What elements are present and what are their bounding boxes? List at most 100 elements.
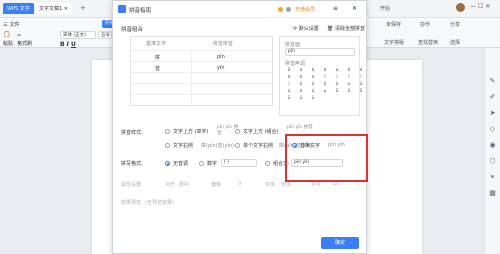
tone-o3[interactable]: ǒ <box>319 82 331 89</box>
text-layout-button[interactable]: 文字排版 <box>384 39 404 46</box>
collaborate-button[interactable]: 协作 <box>420 21 430 28</box>
section-title-base: 拼音组合 <box>121 27 144 33</box>
radio-right[interactable] <box>165 143 170 148</box>
radio-output[interactable] <box>265 161 270 166</box>
shape-icon[interactable]: ⬡ <box>489 158 496 165</box>
tone-a2[interactable]: á <box>295 68 307 75</box>
table-row <box>131 94 272 105</box>
paste-label[interactable]: 粘贴 <box>3 40 13 47</box>
dialog-title: 拼音指南 <box>129 8 152 14</box>
compass-icon[interactable]: ◉ <box>489 142 496 149</box>
cell-base: 音 <box>155 66 161 72</box>
info-icon <box>286 7 291 12</box>
open-membership-link[interactable]: 开通会员 <box>295 6 315 13</box>
close-icon[interactable]: ✕ <box>352 5 357 12</box>
radio-above-combined[interactable] <box>235 129 240 134</box>
radio-single-right[interactable] <box>235 143 240 148</box>
tone-i1[interactable]: ī <box>319 75 331 82</box>
tone-v-extra[interactable]: ü <box>307 96 319 103</box>
right-rail: ✎ ✐ ➤ ◇ ◉ ⬡ ⚭ ▦ <box>484 48 500 254</box>
tag-icon[interactable]: ◇ <box>489 126 496 133</box>
mode-select[interactable]: ( ) <box>221 159 257 167</box>
column-divider <box>191 50 192 105</box>
share-button[interactable]: 分享 <box>450 21 460 28</box>
paste-icon[interactable]: 📋 <box>3 31 10 38</box>
tab-document[interactable]: 文字文稿1 ✕ <box>35 3 72 14</box>
tone-e0[interactable]: e <box>307 75 319 82</box>
tone-a4[interactable]: à <box>319 68 331 75</box>
tone-a1[interactable]: ā <box>283 68 295 75</box>
preview-label: 效果预览: <box>121 200 143 206</box>
option-single-right-label: 单个文字右侧 <box>243 143 274 149</box>
tone-o0[interactable]: o <box>343 82 355 89</box>
table-row[interactable]: 音 yīn <box>131 61 272 72</box>
cell-pinyin[interactable]: yīn <box>217 65 225 71</box>
align-value[interactable]: 居中 <box>179 181 189 188</box>
tone-label: 拼音声调 <box>285 61 306 67</box>
select-button[interactable]: 选择 <box>450 39 460 46</box>
tone-o4[interactable]: ò <box>331 82 343 89</box>
number-label: 数字 <box>207 161 218 167</box>
edit-icon[interactable]: ✐ <box>489 94 496 101</box>
table-row[interactable]: 拼 pīn <box>131 50 272 61</box>
bold-italic-underline-buttons[interactable]: B I U <box>60 41 76 48</box>
tone-i4[interactable]: ì <box>355 75 367 82</box>
table-icon[interactable]: ▦ <box>489 190 496 197</box>
tab-wps[interactable]: WPS 文字 <box>3 3 34 14</box>
tone-u1[interactable]: ū <box>355 82 367 89</box>
tone-o1[interactable]: ō <box>295 82 307 89</box>
option-right-preview: 拼(pīn)音(yīn) <box>201 143 235 149</box>
avatar[interactable] <box>456 3 465 12</box>
font-value[interactable]: 宋体 <box>281 181 291 188</box>
format-painter-button[interactable]: 格式刷 <box>17 40 32 47</box>
link-icon[interactable]: ⚭ <box>489 174 496 181</box>
radio-number[interactable] <box>199 161 204 166</box>
table-row <box>131 83 272 94</box>
size-label: 字号 <box>311 182 322 188</box>
position-label: 拼音样式: <box>121 130 143 136</box>
tone-e1[interactable]: ē <box>343 68 355 75</box>
pinyin-value-field[interactable]: pīn <box>285 48 355 56</box>
radio-above-single[interactable] <box>165 129 170 134</box>
tone-u3[interactable]: ǔ <box>295 89 307 96</box>
window-controls[interactable]: — ☐ ✕ <box>470 3 490 10</box>
tone-e2[interactable]: é <box>355 68 367 75</box>
table-row <box>131 72 272 83</box>
tone-v0[interactable]: ü <box>295 96 307 103</box>
cut-icon[interactable]: ✂ <box>17 33 21 39</box>
pointer-icon[interactable]: ➤ <box>489 110 496 117</box>
radio-no-tone[interactable] <box>165 161 170 166</box>
tone-a3[interactable]: ǎ <box>307 68 319 75</box>
font-label: 字体 <box>265 182 276 188</box>
find-replace-button[interactable]: 查找替换 <box>418 39 438 46</box>
tone-v4[interactable]: ǜ <box>283 96 295 103</box>
tone-v3[interactable]: ǚ <box>355 89 367 96</box>
font-size-select[interactable]: 五号 <box>98 31 112 39</box>
tone-v2[interactable]: ǘ <box>343 89 355 96</box>
pen-icon[interactable]: ✎ <box>489 78 496 85</box>
ok-button[interactable]: 确定 <box>321 237 359 249</box>
offset-value[interactable]: 0 <box>238 181 241 187</box>
file-menu[interactable]: 三 文件 <box>3 21 20 28</box>
default-settings-button[interactable]: ⟳ 默认设置 <box>293 25 319 32</box>
tone-i0[interactable]: i <box>283 82 295 89</box>
tone-i3[interactable]: ǐ <box>343 75 355 82</box>
new-tab-icon[interactable]: + <box>80 4 88 12</box>
tone-e3[interactable]: ě <box>283 75 295 82</box>
tone-i2[interactable]: í <box>331 75 343 82</box>
option-above-combined-label: 文字上方 (组合) <box>243 129 279 135</box>
tone-e4[interactable]: è <box>295 75 307 82</box>
tone-o2[interactable]: ó <box>307 82 319 89</box>
clear-all-pinyin-button[interactable]: 🗑 清除全部拼音 <box>327 25 365 32</box>
menu-icon[interactable]: ≡ <box>333 5 338 12</box>
pinyin-table: 基准文字 拼音拼音 拼 pīn 音 yīn <box>130 36 273 106</box>
font-family-select[interactable]: 宋体 (正文) <box>60 31 96 39</box>
col-header-base: 基准文字 <box>146 41 167 47</box>
cell-pinyin[interactable]: pīn <box>217 54 225 60</box>
tone-v1[interactable]: ǖ <box>331 89 343 96</box>
tone-u0[interactable]: u <box>319 89 331 96</box>
tone-a0[interactable]: a <box>331 68 343 75</box>
tone-u4[interactable]: ù <box>307 89 319 96</box>
titlebar-right-label: 开始 <box>380 6 391 12</box>
tone-u2[interactable]: ú <box>283 89 295 96</box>
